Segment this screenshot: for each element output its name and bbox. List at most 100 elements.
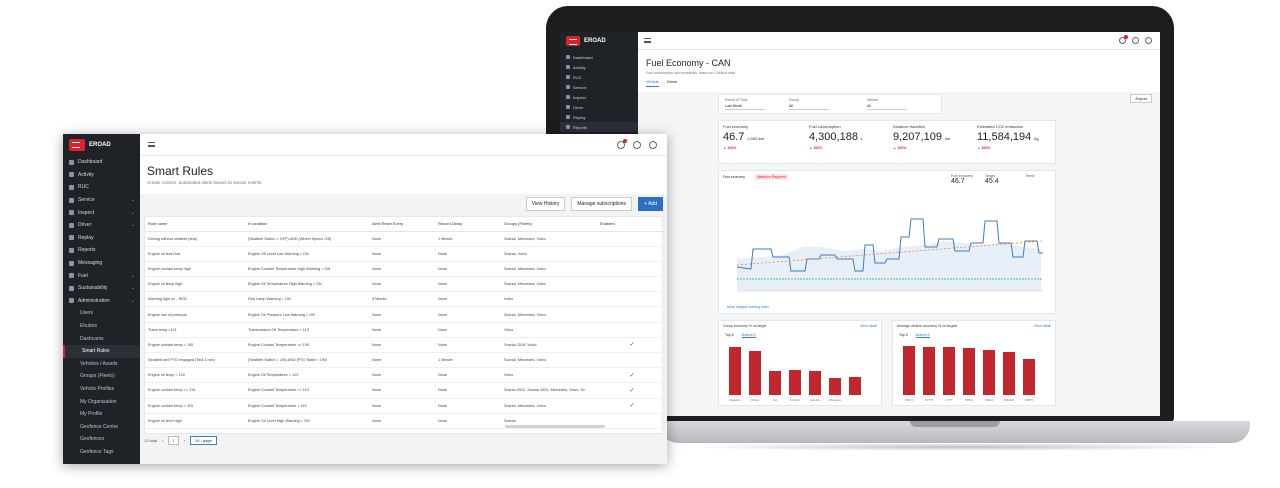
sidebar-item[interactable]: Service ⌄ [63,194,140,207]
tab-vehicle[interactable]: Vehicle [646,79,659,87]
table-cell: Volvo [501,367,597,384]
table-row[interactable]: Engine oil level low Engine Oil Level Low… [145,246,664,262]
view-detail-link[interactable]: View detail [1034,324,1051,328]
sidebar-item[interactable]: Dashcams [63,332,140,345]
notification-icon[interactable] [1119,35,1128,44]
table-row[interactable]: Seatbelt and PTO engaged (Test 3 min) (Se… [145,352,664,369]
enabled-check-icon: ✓ [597,367,664,384]
table-cell: (Seatbelt Switch = ON) AND (PTO State = … [245,352,369,369]
next-page-icon[interactable]: › [184,438,185,443]
laptop-nav-item[interactable]: Replay [560,112,638,122]
laptop-nav-item[interactable]: Activity [560,62,638,72]
sidebar-item[interactable]: Sustainability ⌄ [63,282,140,295]
table-cell: None [369,231,435,247]
sidebar-item[interactable]: Geofence Centre [63,420,140,433]
laptop-nav-item[interactable]: Driver [560,102,638,112]
table-row[interactable]: Warning light on - RED Red Lamp Warning =… [145,291,664,308]
export-button[interactable]: Export [1130,94,1152,103]
column-header[interactable]: Alert Reset Every [369,217,435,232]
laptop-nav-item[interactable]: Reports [560,122,638,132]
menu-icon[interactable] [148,142,155,147]
sidebar-item[interactable]: RUC [63,181,140,194]
table-row[interactable]: Engine oil temp > 120 Engine Oil Temperat… [145,367,664,384]
view-detail-link[interactable]: View detail [860,324,877,328]
eroad-logo[interactable]: EROAD [63,134,140,156]
column-header[interactable]: Enabled [597,217,664,232]
manage-subscriptions-button[interactable]: Manage subscriptions [571,197,633,211]
column-header[interactable]: If condition [245,217,369,232]
table-cell: Scania, Mercedes, Volvo [501,352,597,369]
filter-period[interactable]: Period of Time Last Month [725,98,765,110]
sidebar-item[interactable]: Smart Rules [63,344,140,358]
sidebar-item[interactable]: Activity [63,169,140,182]
table-row[interactable]: Engine oil temp high Engine Oil Temperatu… [145,276,664,293]
nav-icon [566,115,570,119]
sidebar-item[interactable]: Groups (Fleets) [63,370,140,383]
table-row[interactable]: Engine coolant temp >= 110 Engine Coolant… [145,382,664,399]
sidebar-item[interactable]: My Organisation [63,395,140,408]
sidebar-item[interactable]: Messaging [63,257,140,270]
insights-footer[interactable]: More insights coming soon [727,305,769,309]
tab-bottom5[interactable]: Bottom 5 [741,333,756,338]
table-row[interactable]: Engine coolant temp high Engine Coolant T… [145,261,664,278]
tab-driver[interactable]: Driver [667,79,678,87]
menu-icon[interactable] [644,38,651,43]
nav-icon [69,235,74,241]
add-rule-button[interactable]: + Add [638,197,663,211]
filter-vehicle[interactable]: Vehicle All [867,98,907,110]
bar-label: Jongkum [789,399,801,402]
table-row[interactable]: Driving without seatbelt (test) (Seatbelt… [145,231,664,247]
nav-icon [69,159,74,165]
filter-group[interactable]: Group All [789,98,829,110]
sidebar-item[interactable]: Fuel ⌄ [63,269,140,282]
sidebar-item[interactable]: Driver ⌄ [63,219,140,232]
chevron-down-icon: ⌄ [130,222,135,229]
laptop-nav-item[interactable]: Dashboard [560,52,638,62]
sidebar-item[interactable]: Administration ⌄ [63,295,140,308]
notification-icon[interactable] [617,139,627,149]
sidebar-item[interactable]: My Profile [63,408,140,421]
settings-icon[interactable] [1145,37,1152,44]
sidebar-item[interactable]: Ehubos [63,320,140,333]
laptop-nav-item[interactable]: Inspect [560,92,638,102]
bar-label: NTT75 [925,399,933,402]
table-cell: None [435,367,501,384]
help-icon[interactable] [633,141,641,149]
view-history-button[interactable]: View History [525,197,566,211]
sidebar-item[interactable]: Inspect ⌄ [63,206,140,219]
eroad-logo[interactable]: EROAD [560,32,638,50]
sidebar-item[interactable]: Geofence Tags [63,446,140,459]
horizontal-scrollbar[interactable] [505,425,605,428]
table-cell: 5 Minute [369,291,435,308]
sidebar-item[interactable]: Replay [63,232,140,245]
smart-rules-table: Rule name If condition Alert Reset Every Re… [144,216,664,434]
page-size-select[interactable]: 10 / page [190,436,217,445]
enabled-check-icon [597,231,664,247]
help-icon[interactable] [1132,37,1139,44]
table-cell: None [369,276,435,293]
prev-page-icon[interactable]: ‹ [162,438,163,443]
sidebar-item[interactable]: Dashboard [63,156,140,169]
tab-top5[interactable]: Top 5 [725,333,734,338]
table-row[interactable]: Trans temp >113 Transmission Oil Temperat… [145,322,664,338]
table-row[interactable]: Engine coolant temp > 100 Engine Coolant … [145,337,664,354]
column-header[interactable]: Rule name [145,217,245,232]
table-row[interactable]: Engine coolant temp > 115 Engine Coolant … [145,398,664,414]
column-header[interactable]: Groups (Fleets) [501,217,597,232]
bar-label: XMOE25 [1003,399,1015,402]
sidebar-item[interactable]: Users [63,307,140,320]
column-header[interactable]: Record Delay [435,217,501,232]
table-row[interactable]: Engine low oil pressure Engine Oil Pressu… [145,306,664,323]
settings-icon[interactable] [649,141,657,149]
page-number[interactable]: 1 [168,436,179,445]
laptop-nav-item[interactable]: RUC [560,72,638,82]
laptop-nav-item[interactable]: Service [560,82,638,92]
sidebar-item[interactable]: Geofences [63,433,140,446]
tab-top5[interactable]: Top 5 [899,333,908,338]
tab-bottom5[interactable]: Bottom 5 [915,333,930,338]
sidebar-item[interactable]: Vehicle Profiles [63,383,140,396]
sidebar-item[interactable]: Vehicles / Assets [63,358,140,371]
sidebar-item[interactable]: Reports [63,244,140,257]
notification-badge [1124,35,1128,39]
table-cell: Engine Oil Level High Warning = ON [245,413,369,429]
